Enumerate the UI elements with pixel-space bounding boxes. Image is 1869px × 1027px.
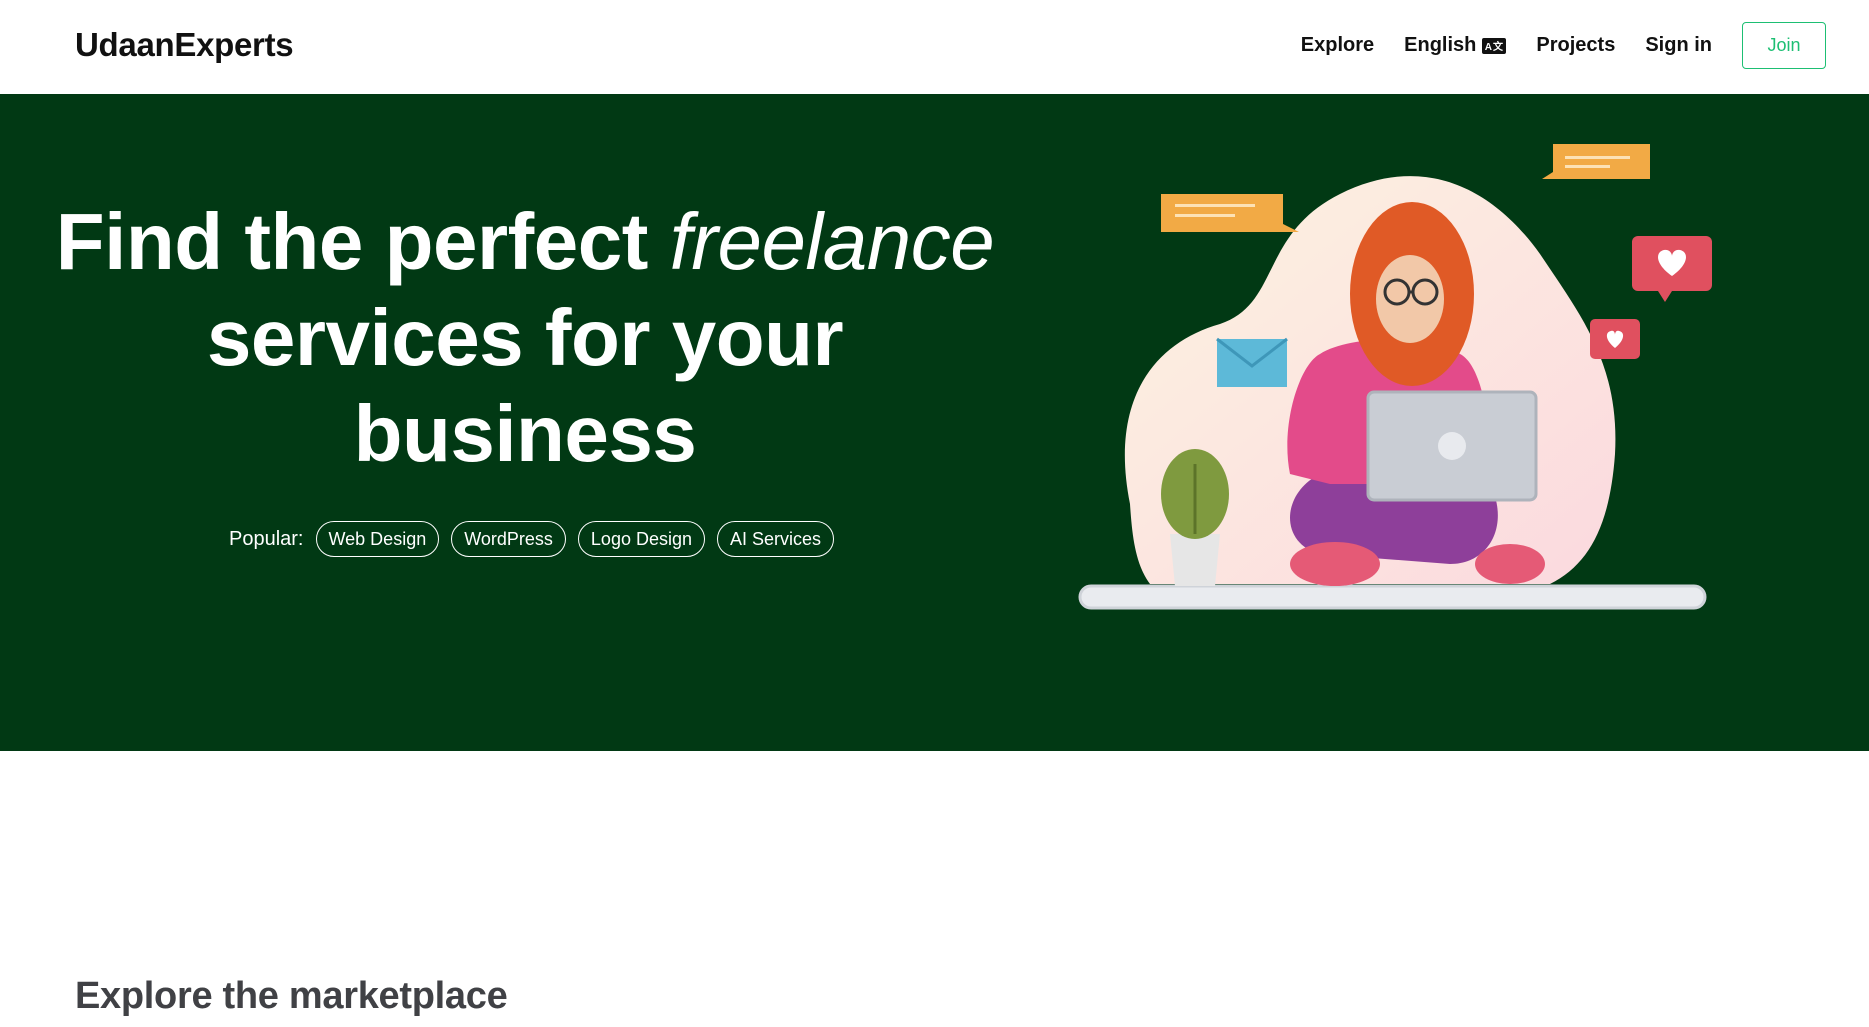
heart-icon-2 <box>1590 319 1640 359</box>
chat-bubble-icon-2 <box>1542 144 1650 179</box>
nav-language[interactable]: English A文 <box>1404 34 1507 57</box>
popular-tags: Popular: Web Design WordPress Logo Desig… <box>229 521 846 557</box>
nav-sign-in[interactable]: Sign in <box>1645 34 1712 57</box>
heart-icon <box>1632 236 1712 302</box>
mail-icon <box>1216 337 1288 387</box>
freelancer-illustration <box>1078 144 1712 610</box>
hero-title: Find the perfect freelance services for … <box>40 194 1010 482</box>
nav-language-label: English <box>1404 34 1477 56</box>
nav-links: Explore English A文 Projects Sign in Join <box>1301 22 1826 69</box>
nav-projects[interactable]: Projects <box>1536 34 1615 57</box>
hero-title-line2: services for your <box>206 293 844 382</box>
join-button[interactable]: Join <box>1742 22 1826 69</box>
hero-section: Find the perfect freelance services for … <box>0 94 1869 751</box>
hero-title-italic: freelance <box>669 197 995 286</box>
popular-tag-logo-design[interactable]: Logo Design <box>577 521 705 557</box>
popular-tag-wordpress[interactable]: WordPress <box>451 521 566 557</box>
explore-marketplace-title: Explore the marketplace <box>75 975 508 1017</box>
hero-title-line3: business <box>353 389 697 478</box>
illustration-floor <box>1078 584 1707 610</box>
chat-bubble-icon <box>1161 194 1299 232</box>
popular-tag-web-design[interactable]: Web Design <box>315 521 440 557</box>
hero-title-part1: Find the perfect <box>55 197 649 286</box>
popular-tag-ai-services[interactable]: AI Services <box>717 521 835 557</box>
popular-label: Popular: <box>229 527 304 550</box>
language-icon: A文 <box>1482 37 1507 54</box>
top-navbar: UdaanExperts Explore English A文 Projects… <box>0 0 1869 94</box>
brand-logo[interactable]: UdaanExperts <box>75 26 294 64</box>
nav-explore[interactable]: Explore <box>1301 34 1374 57</box>
